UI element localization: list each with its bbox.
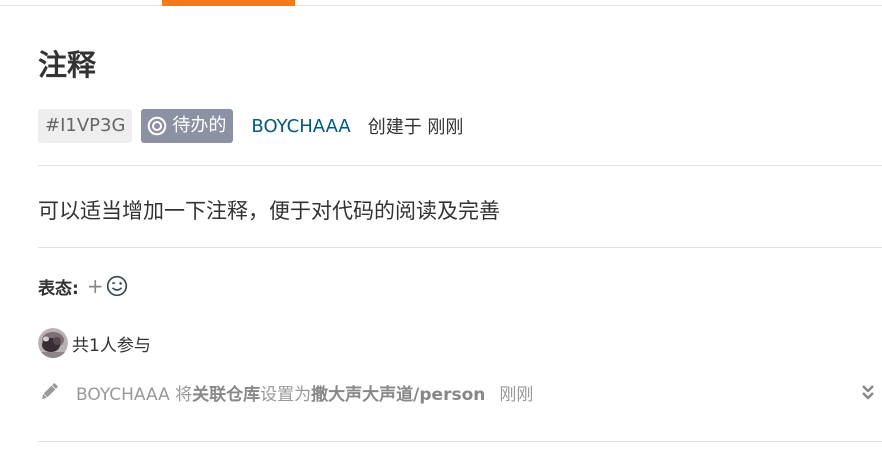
participants-row: 共1人参与 bbox=[38, 327, 151, 359]
participants-count: 共1人参与 bbox=[72, 335, 151, 356]
issue-id-badge[interactable]: #I1VP3G bbox=[38, 109, 133, 143]
divider bbox=[38, 165, 882, 166]
activity-user[interactable]: BOYCHAAA bbox=[76, 385, 170, 405]
activity-text: BOYCHAAA 将关联仓库设置为撒大声大声道/person bbox=[76, 380, 485, 405]
issue-state-badge[interactable]: 待办的 bbox=[141, 109, 234, 143]
activity-verb: 设置为 bbox=[260, 384, 312, 405]
double-chevron-down-icon[interactable] bbox=[860, 383, 876, 401]
divider bbox=[38, 441, 882, 442]
add-reaction-button[interactable]: + bbox=[87, 275, 128, 297]
circle-dot-icon bbox=[148, 116, 167, 136]
avatar[interactable] bbox=[38, 328, 68, 358]
activity-verb: 将 bbox=[175, 384, 193, 405]
activity-value[interactable]: 撒大声大声道/person bbox=[311, 385, 485, 405]
issue-state-label: 待办的 bbox=[172, 115, 227, 136]
activity-item: BOYCHAAA 将关联仓库设置为撒大声大声道/person 刚刚 bbox=[38, 377, 882, 407]
tab-bar-border bbox=[0, 0, 882, 6]
issue-description: 可以适当增加一下注释，便于对代码的阅读及完善 bbox=[38, 199, 500, 223]
activity-field: 关联仓库 bbox=[192, 384, 261, 405]
issue-meta: #I1VP3G 待办的 BOYCHAAA 创建于 刚刚 bbox=[38, 109, 463, 143]
issue-title: 注释 bbox=[38, 48, 97, 82]
activity-time: 刚刚 bbox=[499, 384, 534, 405]
plus-icon: + bbox=[86, 274, 104, 298]
reactions-label: 表态: bbox=[38, 278, 79, 299]
author-link[interactable]: BOYCHAAA bbox=[251, 116, 350, 137]
smiley-icon bbox=[106, 275, 127, 297]
created-time: 创建于 刚刚 bbox=[367, 117, 464, 138]
active-tab-indicator bbox=[162, 0, 295, 6]
reactions-row: 表态: + bbox=[38, 272, 128, 300]
divider bbox=[38, 247, 882, 248]
pencil-icon bbox=[41, 383, 58, 400]
